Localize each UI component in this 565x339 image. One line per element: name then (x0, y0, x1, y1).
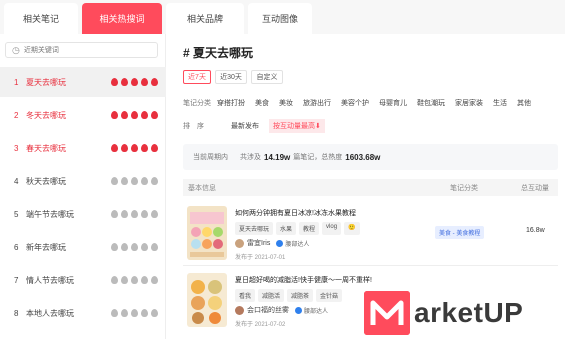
summary-heat-value: 1603.68w (345, 152, 381, 162)
table-header: 基本信息 笔记分类 总互动量 (183, 179, 558, 196)
summary-period: 当前周期内 (193, 154, 228, 161)
tag-chip[interactable]: 水果 (276, 222, 297, 235)
note-title[interactable]: 夏日超好喝的减脂活!快手健康～一周不重样! (235, 275, 372, 285)
influencer-badge: 腰部达人 (295, 306, 328, 315)
publish-date: 发布于 2021-07-01 (235, 255, 286, 261)
publish-date: 发布于 2021-07-02 (235, 322, 286, 328)
logo-text: arketUP (414, 297, 524, 328)
badge-icon (276, 239, 284, 247)
summary-bar: 当前周期内 共涉及 14.19w 篇笔记，总热度 1603.68w (183, 144, 558, 170)
note-thumbnail[interactable] (187, 206, 227, 260)
tag-chip[interactable]: 减脂茶 (287, 289, 314, 302)
marketup-logo: arketUP (364, 289, 564, 337)
heat-icons (111, 177, 158, 185)
sort-filter: 排 序 最新发布 按互动量最高⬇ (183, 119, 335, 133)
tag-chip[interactable]: vlog (322, 222, 342, 235)
rank-number: 4 (14, 176, 19, 186)
tag-chip[interactable]: 看我 (235, 289, 256, 302)
rank-number: 2 (14, 110, 19, 120)
page-title: # 夏天去哪玩 (183, 46, 254, 60)
category-option[interactable]: 穿搭打扮 (217, 98, 245, 108)
category-option[interactable]: 美妆 (279, 98, 293, 108)
heat-icons (111, 309, 158, 317)
summary-notes-suffix: 篇笔记，总热度 (293, 154, 343, 161)
rank-number: 3 (14, 143, 19, 153)
note-author[interactable]: 会口福的丝雾 腰部达人 (235, 305, 328, 315)
sidebar-item-keyword[interactable]: 5 端午节去哪玩 (0, 199, 166, 229)
tag-chip[interactable]: 金针菇 (316, 289, 343, 302)
category-option[interactable]: 母婴育儿 (379, 98, 407, 108)
recent-keywords-button[interactable]: ◷ 近期关键词 (5, 42, 158, 58)
badge-label: 腰部达人 (285, 241, 310, 248)
tab-related-brands[interactable]: 相关品牌 (166, 3, 244, 34)
note-thumbnail[interactable] (187, 273, 227, 327)
badge-icon (295, 306, 302, 314)
rank-number: 8 (14, 308, 19, 318)
sort-latest[interactable]: 最新发布 (231, 121, 259, 131)
category-filter: 笔记分类 穿搭打扮 美食 美妆 旅游出行 美容个护 母婴育儿 鞋包潮玩 家居家装… (183, 98, 541, 108)
tag-chip[interactable]: 夏天去哪玩 (235, 222, 274, 235)
category-option[interactable]: 其他 (517, 98, 531, 108)
badge-label: 腰部达人 (304, 308, 329, 315)
tab-bar: 相关笔记 相关热搜词 相关品牌 互动图像 (0, 0, 565, 34)
rank-number: 6 (14, 242, 19, 252)
header-info: 基本信息 (188, 185, 216, 192)
heat-icons (111, 210, 158, 218)
recent-keywords-label: 近期关键词 (23, 47, 59, 54)
sidebar-item-keyword[interactable]: 2 冬天去哪玩 (0, 100, 166, 130)
clock-icon: ◷ (12, 44, 20, 55)
influencer-badge: 腰部达人 (276, 239, 309, 248)
summary-notes-prefix: 共涉及 (240, 154, 261, 161)
sort-label: 排 序 (183, 123, 204, 130)
tab-interaction-image[interactable]: 互动图像 (248, 3, 312, 34)
category-option[interactable]: 生活 (493, 98, 507, 108)
tag-chip[interactable]: 减脂活 (258, 289, 285, 302)
avatar (235, 305, 244, 315)
note-tags: 看我 减脂活 减脂茶 金针菇 (235, 289, 343, 302)
category-option[interactable]: 美食 (255, 98, 269, 108)
rank-number: 7 (14, 275, 19, 285)
author-name: 雷宜Iris (247, 240, 271, 247)
avatar (235, 238, 244, 248)
heat-icons (111, 78, 158, 86)
range-30-days[interactable]: 近30天 (215, 70, 247, 84)
author-name: 会口福的丝雾 (247, 307, 289, 314)
tab-related-notes[interactable]: 相关笔记 (4, 3, 78, 34)
sidebar-item-keyword[interactable]: 7 情人节去哪玩 (0, 265, 166, 295)
header-engagement: 总互动量 (521, 185, 549, 192)
engagement-value: 16.8w (526, 227, 545, 234)
sort-by-engagement[interactable]: 按互动量最高⬇ (269, 119, 325, 133)
note-title[interactable]: 如何两分钟拥有夏日冰凉!冰冻水果教程 (235, 208, 356, 218)
range-custom[interactable]: 自定义 (251, 70, 283, 84)
heat-icons (111, 243, 158, 251)
header-category: 笔记分类 (450, 185, 478, 192)
category-option[interactable]: 旅游出行 (303, 98, 331, 108)
sidebar-item-keyword[interactable]: 3 春天去哪玩 (0, 133, 166, 163)
category-option[interactable]: 家居家装 (455, 98, 483, 108)
category-option[interactable]: 美容个护 (341, 98, 369, 108)
category-option[interactable]: 鞋包潮玩 (417, 98, 445, 108)
table-row[interactable]: 如何两分钟拥有夏日冰凉!冰冻水果教程 夏天去哪玩 水果 教程 vlog 🙂 雷宜… (183, 200, 558, 266)
rank-number: 5 (14, 209, 19, 219)
tab-related-hot-keywords[interactable]: 相关热搜词 (82, 3, 162, 34)
summary-notes-value: 14.19w (264, 152, 291, 162)
sidebar-item-keyword[interactable]: 6 新年去哪玩 (0, 232, 166, 262)
rank-number: 1 (14, 77, 19, 87)
heat-icons (111, 144, 158, 152)
note-category-tag: 美食 - 美食教程 (435, 226, 485, 239)
tag-chip[interactable]: 🙂 (344, 222, 360, 235)
category-label: 笔记分类 (183, 100, 211, 107)
sidebar-item-keyword[interactable]: 1 夏天去哪玩 (0, 67, 166, 97)
keyword-sidebar: ◷ 近期关键词 1 夏天去哪玩 2 冬天去哪玩 3 春天去哪玩 4 秋天去哪玩 … (0, 34, 166, 339)
marketup-m-icon (364, 291, 410, 335)
note-author[interactable]: 雷宜Iris 腰部达人 (235, 238, 309, 248)
tag-chip[interactable]: 教程 (299, 222, 320, 235)
heat-icons (111, 111, 158, 119)
note-tags: 夏天去哪玩 水果 教程 vlog 🙂 (235, 222, 360, 235)
sidebar-item-keyword[interactable]: 4 秋天去哪玩 (0, 166, 166, 196)
sidebar-item-keyword[interactable]: 8 本地人去哪玩 (0, 298, 166, 328)
heat-icons (111, 276, 158, 284)
range-7-days[interactable]: 近7天 (183, 70, 211, 84)
